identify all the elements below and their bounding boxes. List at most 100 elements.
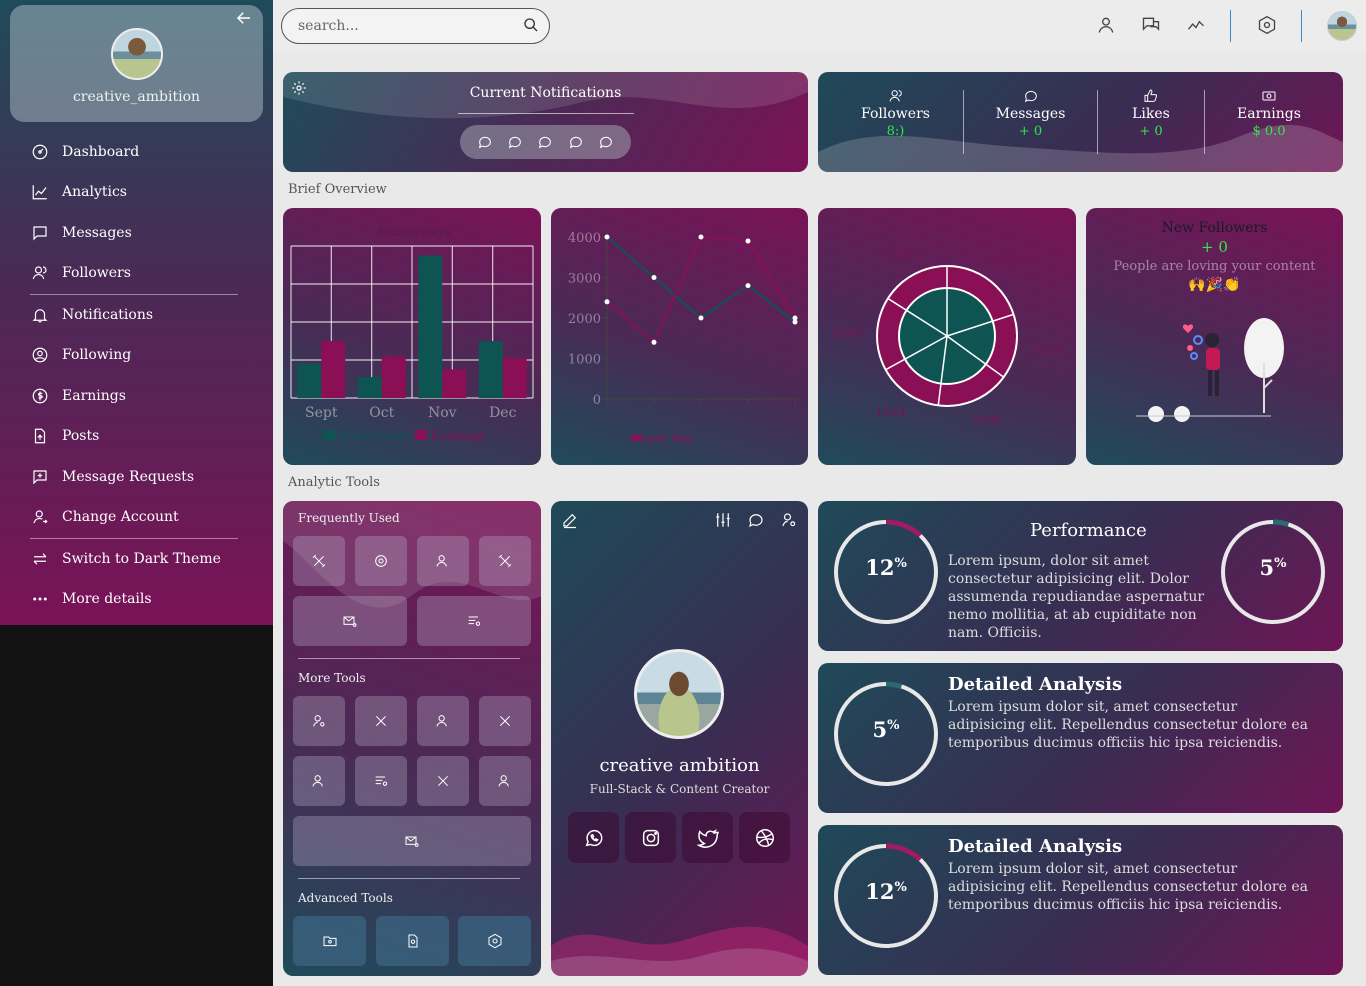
sidebar-item-label: Switch to Dark Theme [62, 551, 221, 567]
settings-button[interactable] [355, 536, 407, 586]
chart-title: Subscribers [378, 225, 451, 239]
mail-settings-button[interactable] [293, 816, 531, 866]
list-settings-button[interactable] [355, 756, 407, 806]
data-point [745, 238, 751, 244]
tools-button[interactable] [479, 536, 531, 586]
percent-number: 5 [1259, 555, 1275, 580]
legend-label: per day [647, 431, 693, 445]
chat-bubble-icon[interactable] [507, 134, 523, 150]
profile-role: Full-Stack & Content Creator [589, 782, 770, 796]
sidebar-item-label: Dashboard [62, 144, 140, 160]
sidebar-item-messages[interactable]: Messages [30, 219, 132, 247]
progress-value: 12% [833, 879, 939, 904]
stat-label: Messages [995, 106, 1066, 122]
sidebar-item-notifications[interactable]: Notifications [30, 301, 153, 329]
sliders-icon[interactable] [714, 511, 732, 529]
sidebar-item-message-requests[interactable]: Message Requests [30, 463, 194, 491]
sidebar-profile-card: creative_ambition [10, 5, 263, 122]
performance-title: Performance [1030, 520, 1147, 541]
user-settings-button[interactable] [293, 696, 345, 746]
arrow-left-icon[interactable] [235, 9, 253, 27]
mail-settings-button[interactable] [293, 596, 407, 646]
tools-button[interactable] [293, 536, 345, 586]
search-input[interactable] [281, 8, 550, 44]
legend-label: Subscribers [339, 429, 412, 443]
users-settings-button[interactable] [417, 536, 469, 586]
progress-value: 12% [833, 555, 939, 580]
sidebar-item-following[interactable]: Following [30, 341, 131, 369]
chat-bubble-icon[interactable] [477, 134, 493, 150]
avatar[interactable] [1327, 11, 1357, 41]
avatar[interactable] [634, 649, 724, 739]
bar [478, 341, 503, 398]
file-settings-button[interactable] [376, 916, 449, 966]
sidebar-item-followers[interactable]: Followers [30, 259, 131, 287]
stat-messages[interactable]: Messages + 0 [993, 88, 1068, 139]
list-settings-button[interactable] [417, 596, 531, 646]
sidebar-item-dashboard[interactable]: Dashboard [30, 138, 139, 166]
data-point [745, 283, 751, 289]
sidebar-item-more-details[interactable]: More details [30, 585, 152, 613]
instagram-button[interactable] [625, 812, 676, 863]
chat-bubble-icon[interactable] [598, 134, 614, 150]
tick-label: Nov [428, 405, 457, 421]
sidebar-item-posts[interactable]: Posts [30, 422, 99, 450]
stats-card: Followers 8:) Messages + 0 Likes + 0 Ear… [818, 72, 1343, 172]
users-settings-button[interactable] [293, 756, 345, 806]
notifications-title: Current Notifications [469, 85, 622, 101]
sidebar-item-earnings[interactable]: Earnings [30, 382, 126, 410]
bar [321, 341, 346, 398]
stat-value: 8:) [886, 124, 905, 139]
search-icon[interactable] [523, 17, 539, 33]
tick-label: 2000 [568, 312, 601, 327]
sidebar-item-dark-theme[interactable]: Switch to Dark Theme [30, 545, 221, 573]
chat-bubble-icon[interactable] [568, 134, 584, 150]
profile-icon[interactable] [1095, 14, 1117, 36]
percent-sign: % [887, 718, 900, 733]
hex-settings-button[interactable] [458, 916, 531, 966]
settings-hex-icon[interactable] [1256, 14, 1278, 36]
users-icon [30, 263, 50, 283]
tools-button[interactable] [417, 756, 469, 806]
chat-bubble-icon[interactable] [537, 134, 553, 150]
users-settings-button[interactable] [417, 696, 469, 746]
gear-icon [375, 555, 387, 567]
twitter-button[interactable] [682, 812, 733, 863]
bar [502, 358, 527, 398]
tools-button[interactable] [355, 696, 407, 746]
chat-bubble-icon[interactable] [747, 511, 765, 529]
stat-label: Likes [1132, 106, 1170, 122]
slice-label: 2000 [971, 413, 1002, 427]
wave-decoration [551, 926, 808, 976]
new-followers-value: + 0 [1201, 238, 1228, 256]
messages-icon[interactable] [1140, 14, 1162, 36]
dribbble-button[interactable] [739, 812, 790, 863]
percent-sign: % [894, 880, 907, 895]
data-point [698, 315, 704, 321]
analysis-text: Lorem ipsum dolor sit, amet consectetur … [948, 699, 1308, 751]
sidebar-item-analytics[interactable]: Analytics [30, 178, 127, 206]
user-settings-icon[interactable] [780, 511, 798, 529]
sidebar-item-change-account[interactable]: Change Account [30, 503, 179, 531]
slice-label: 100 [887, 248, 910, 262]
data-point [698, 234, 704, 240]
stat-likes[interactable]: Likes + 0 [1118, 88, 1184, 139]
dashboard-gauge-icon [30, 142, 50, 162]
trend-icon[interactable] [1185, 14, 1207, 36]
legend-label: Earnings [431, 429, 486, 443]
stat-followers[interactable]: Followers 8:) [858, 88, 933, 139]
whatsapp-button[interactable] [568, 812, 619, 863]
more-dots-icon [30, 589, 50, 609]
tools-button[interactable] [479, 696, 531, 746]
avatar[interactable] [111, 28, 163, 80]
frequently-used-title: Frequently Used [298, 511, 400, 525]
stat-earnings[interactable]: Earnings $ 0.0 [1228, 88, 1310, 139]
tick-label: Dec [489, 405, 517, 421]
legend-swatch [415, 430, 427, 440]
edit-pencil-icon[interactable] [561, 511, 579, 529]
bar [357, 377, 382, 398]
message-square-icon [30, 223, 50, 243]
users-settings-button[interactable] [479, 756, 531, 806]
chat-bubble-icon [1024, 90, 1037, 103]
folder-settings-button[interactable] [293, 916, 366, 966]
